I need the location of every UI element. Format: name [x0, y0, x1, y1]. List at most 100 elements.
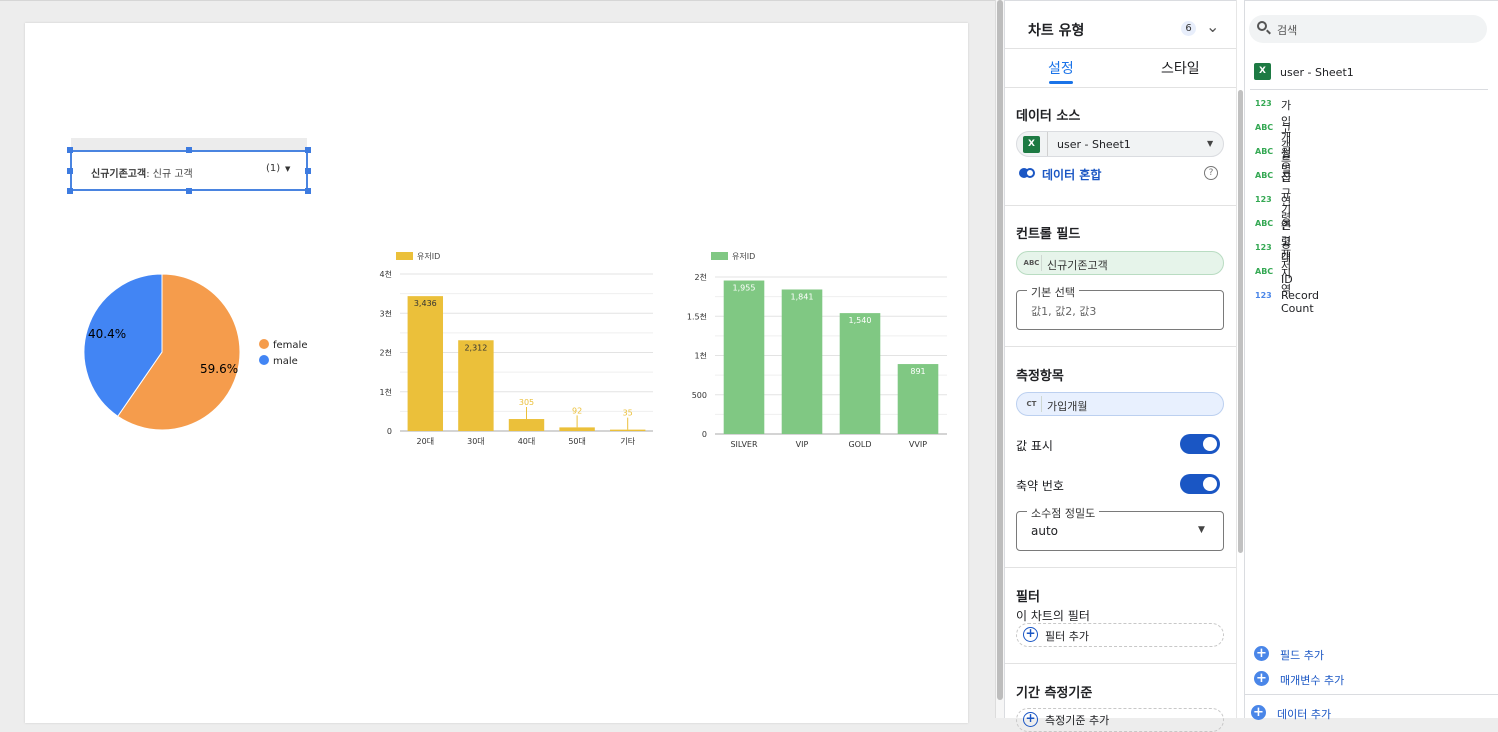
bar-50대[interactable]	[559, 427, 595, 431]
grade-bar-chart[interactable]: 유저ID 0 500 1천 1.5천 2천 SILVER 1,955 VIP 1,841 GOLD 1…	[670, 241, 955, 456]
x-tick-label: 40대	[518, 437, 536, 446]
add-parameter-button[interactable]: + 매개변수 추가	[1254, 670, 1394, 688]
blend-label: 데이터 혼합	[1042, 168, 1102, 182]
default-select-field[interactable]: 기본 선택 값1, 값2, 값3	[1016, 284, 1224, 330]
resize-handle[interactable]	[305, 168, 311, 174]
show-values-toggle[interactable]	[1180, 434, 1220, 454]
bar-VIP[interactable]	[781, 289, 823, 434]
abbrev-toggle[interactable]	[1180, 474, 1220, 494]
field-type-icon: ABC	[1255, 147, 1274, 156]
legend-swatch-male	[259, 355, 269, 365]
tab-setup[interactable]: 설정	[1048, 58, 1074, 78]
data-label: 35	[623, 409, 633, 418]
control-count: (1)	[266, 163, 281, 174]
legend-female: female	[273, 340, 307, 351]
control-field-chip[interactable]: ABC 신규기존고객	[1016, 251, 1224, 275]
data-label: 305	[519, 398, 534, 407]
y-tick-label: 2천	[380, 348, 392, 358]
resize-handle[interactable]	[67, 188, 73, 194]
plus-icon: +	[1254, 646, 1269, 661]
metric-type-icon: CT	[1022, 396, 1042, 412]
data-source-name: user - Sheet1	[1057, 138, 1131, 151]
legend-label: 유저ID	[417, 252, 440, 261]
divider	[1005, 663, 1237, 664]
divider	[1005, 346, 1237, 347]
x-tick-label: 20대	[417, 437, 435, 446]
filter-sub: 이 차트의 필터	[1016, 609, 1090, 623]
bar-기타[interactable]	[609, 429, 646, 431]
dropdown-caret-icon: ▼	[1198, 525, 1205, 535]
field-type-icon: ABC	[1255, 123, 1274, 132]
x-tick-label: 기타	[620, 437, 635, 446]
legend-swatch-female	[259, 339, 269, 349]
metric-title: 측정항목	[1016, 369, 1064, 384]
metric-chip[interactable]: CT 가입개월	[1016, 392, 1224, 416]
blend-icon	[1025, 168, 1035, 178]
legend-swatch	[711, 252, 728, 260]
decimal-legend: 소수점 정밀도	[1027, 505, 1100, 521]
x-tick-label: SILVER	[730, 440, 758, 449]
panel-scrollbar[interactable]	[1236, 0, 1244, 718]
field-type-icon: 123	[1255, 195, 1272, 204]
toggle-knob	[1203, 477, 1217, 491]
data-label: 1,540	[849, 316, 872, 325]
resize-handle[interactable]	[186, 147, 192, 153]
bar-20대[interactable]	[407, 296, 444, 431]
add-filter-button[interactable]: + 필터 추가	[1016, 623, 1224, 647]
bar-30대[interactable]	[458, 340, 494, 431]
bar-40대[interactable]	[508, 419, 545, 431]
add-field-button[interactable]: + 필드 추가	[1254, 645, 1374, 663]
toggle-knob	[1203, 437, 1217, 451]
dropdown-caret-icon[interactable]: ▼	[285, 165, 290, 173]
tab-style[interactable]: 스타일	[1161, 58, 1200, 78]
fields-source-name: user - Sheet1	[1280, 66, 1354, 79]
x-tick-label: 50대	[568, 437, 586, 446]
resize-handle[interactable]	[67, 147, 73, 153]
x-tick-label: GOLD	[848, 440, 871, 449]
canvas-scrollbar[interactable]	[995, 0, 1004, 718]
bar-GOLD[interactable]	[839, 313, 881, 434]
decimal-precision-select[interactable]: 소수점 정밀도 auto ▼	[1016, 505, 1224, 551]
excel-icon: X	[1254, 63, 1271, 80]
legend-swatch	[396, 252, 413, 260]
abbrev-label: 축약 번호	[1016, 479, 1064, 493]
age-bar-chart[interactable]: 유저ID 0 1천 2천 3천 4천 20대 3,436 30대 2,312 40대 305 50대 92…	[360, 241, 660, 456]
data-label: 891	[910, 367, 925, 376]
x-tick-label: VIP	[796, 440, 809, 449]
y-tick-label: 500	[692, 391, 707, 400]
chevron-down-icon[interactable]: ⌄	[1206, 17, 1219, 36]
resize-handle[interactable]	[67, 168, 73, 174]
divider	[1245, 694, 1498, 695]
data-source-select[interactable]: X user - Sheet1 ▼	[1016, 131, 1224, 157]
data-source-title: 데이터 소스	[1016, 109, 1081, 124]
search-placeholder: 검색	[1277, 24, 1298, 37]
add-filter-label: 필터 추가	[1045, 630, 1089, 643]
tab-active-indicator	[1049, 81, 1073, 84]
data-label: 1,841	[791, 292, 814, 301]
resize-handle[interactable]	[305, 188, 311, 194]
data-label: 3,436	[414, 299, 437, 308]
field-type-icon: 123	[1255, 99, 1272, 108]
resize-handle[interactable]	[305, 147, 311, 153]
add-field-label: 필드 추가	[1280, 649, 1324, 662]
dropdown-caret-icon: ▼	[1207, 139, 1214, 148]
scrollbar-thumb[interactable]	[1238, 90, 1243, 553]
y-tick-label: 2천	[695, 272, 707, 282]
bar-SILVER[interactable]	[723, 280, 765, 434]
y-tick-label: 1.5천	[687, 311, 707, 321]
control-field-title: 컨트롤 필드	[1016, 227, 1081, 242]
blend-button[interactable]: 데이터 혼합	[1019, 165, 1139, 183]
search-input[interactable]: 검색	[1249, 15, 1487, 43]
legend-male: male	[273, 356, 298, 367]
divider	[1005, 87, 1237, 88]
help-icon[interactable]: ?	[1204, 166, 1218, 180]
pie-slice-label: 59.6%	[200, 362, 238, 376]
add-data-button[interactable]: + 데이터 추가	[1251, 704, 1391, 722]
add-period-button[interactable]: + 측정기준 추가	[1016, 708, 1224, 732]
y-tick-label: 1천	[380, 387, 392, 397]
dropdown-control[interactable]: 신규기존고객: 신규 고객 (1) ▼	[70, 150, 308, 191]
pie-chart[interactable]: 59.6% 40.4% female male	[70, 261, 330, 441]
control-value: : 신규 고객	[146, 169, 193, 180]
scrollbar-thumb[interactable]	[997, 0, 1003, 700]
resize-handle[interactable]	[186, 188, 192, 194]
